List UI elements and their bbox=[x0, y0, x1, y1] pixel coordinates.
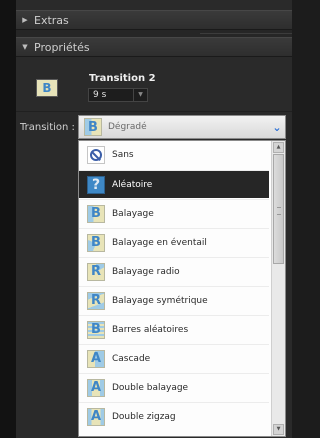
dropdown-item-aleatoire[interactable]: ? Aléatoire bbox=[79, 170, 269, 198]
question-mark-icon: ? bbox=[87, 175, 105, 194]
extras-header-label: Extras bbox=[34, 13, 69, 27]
transition-dropdown-list[interactable]: Sans ? Aléatoire B Balayage B Balayage e… bbox=[78, 140, 286, 437]
double-wipe-icon: A bbox=[87, 378, 105, 397]
section-gap bbox=[16, 30, 292, 37]
scroll-thumb[interactable] bbox=[273, 154, 284, 264]
radial-wipe-icon: R bbox=[87, 262, 105, 281]
dropdown-scrollbar[interactable]: ▲ ▼ bbox=[271, 141, 285, 436]
no-symbol-icon bbox=[87, 146, 105, 164]
scroll-down-arrow-icon[interactable]: ▼ bbox=[273, 424, 284, 435]
dropdown-item-balayage[interactable]: B Balayage bbox=[79, 199, 269, 227]
dropdown-item-label: Balayage radio bbox=[112, 266, 180, 277]
cascade-icon: A bbox=[87, 349, 105, 368]
extras-section-header[interactable]: ▶ Extras bbox=[16, 10, 292, 30]
window-left-edge bbox=[0, 0, 16, 438]
dropdown-item-balayage-radio[interactable]: R Balayage radio bbox=[79, 257, 269, 285]
dropdown-item-double-balayage[interactable]: A Double balayage bbox=[79, 373, 269, 401]
dropdown-item-label: Balayage en éventail bbox=[112, 237, 207, 248]
dropdown-item-label: Sans bbox=[112, 150, 134, 160]
dropdown-item-sans[interactable]: Sans bbox=[79, 141, 269, 169]
collapsed-triangle-icon[interactable]: ▶ bbox=[16, 16, 34, 24]
properties-header-label: Propriétés bbox=[34, 40, 90, 54]
transition-field-label: Transition : bbox=[20, 122, 75, 133]
divider bbox=[16, 111, 292, 112]
dropdown-item-label: Balayage symétrique bbox=[112, 295, 208, 306]
chevron-down-icon[interactable]: ⌄ bbox=[269, 121, 285, 134]
symmetric-wipe-icon: R bbox=[87, 291, 105, 310]
fade-icon: B bbox=[84, 118, 102, 136]
fan-wipe-icon: B bbox=[87, 233, 105, 252]
properties-panel: ▶ Extras ▼ Propriétés B Transition 2 9 s… bbox=[16, 0, 292, 438]
dropdown-item-label: Double balayage bbox=[112, 382, 189, 393]
transition-thumbnail: B bbox=[36, 79, 58, 97]
double-zigzag-icon: A bbox=[87, 407, 105, 426]
dropdown-item-balayage-symetrique[interactable]: R Balayage symétrique bbox=[79, 286, 269, 314]
random-bars-icon: B bbox=[87, 320, 105, 339]
dropdown-item-label: Aléatoire bbox=[112, 179, 153, 190]
dropdown-item-label: Barres aléatoires bbox=[112, 324, 189, 335]
duration-dropdown[interactable]: 9 s ▼ bbox=[88, 88, 148, 102]
expanded-triangle-icon[interactable]: ▼ bbox=[16, 43, 34, 51]
transition-title: Transition 2 bbox=[89, 73, 156, 84]
scroll-up-arrow-icon[interactable]: ▲ bbox=[273, 142, 284, 153]
transition-select[interactable]: B Dégradé ⌄ bbox=[78, 115, 286, 139]
transition-select-value: Dégradé bbox=[108, 122, 147, 132]
dropdown-item-barres-aleatoires[interactable]: B Barres aléatoires bbox=[79, 315, 269, 343]
dropdown-item-label: Double zigzag bbox=[112, 411, 176, 422]
wipe-icon: B bbox=[87, 204, 105, 223]
dropdown-item-label: Balayage bbox=[112, 208, 154, 219]
dropdown-item-label: Cascade bbox=[112, 353, 151, 364]
dropdown-item-balayage-eventail[interactable]: B Balayage en éventail bbox=[79, 228, 269, 256]
duration-value: 9 s bbox=[93, 90, 107, 100]
chevron-down-icon[interactable]: ▼ bbox=[133, 89, 147, 101]
dropdown-item-double-zigzag[interactable]: A Double zigzag bbox=[79, 402, 269, 430]
properties-section-header[interactable]: ▼ Propriétés bbox=[16, 37, 292, 57]
dropdown-item-cascade[interactable]: A Cascade bbox=[79, 344, 269, 372]
dynamic-wipe-icon: B bbox=[42, 81, 52, 95]
